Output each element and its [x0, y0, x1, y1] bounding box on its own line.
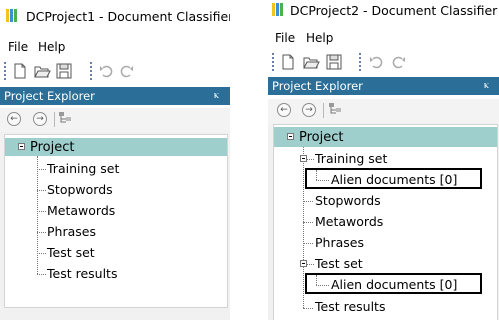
- new-file-icon[interactable]: [11, 62, 29, 80]
- tree-line: [37, 190, 46, 191]
- collapse-toggle-icon[interactable]: [18, 143, 25, 150]
- menu-file[interactable]: File: [8, 40, 28, 54]
- window-dcproject2: DCProject2 - Document Classifier Assis F…: [268, 0, 499, 320]
- project-explorer-header: Project Explorer ⲕ: [0, 87, 230, 105]
- tree-line: [303, 222, 313, 223]
- tree-line: [37, 156, 38, 274]
- tree-structure-icon[interactable]: [328, 102, 342, 116]
- collapse-toggle-icon[interactable]: [287, 133, 294, 140]
- toolbar: [0, 59, 230, 84]
- app-icon: [6, 9, 20, 22]
- pin-icon[interactable]: ⲕ: [214, 88, 219, 102]
- title-bar[interactable]: DCProject2 - Document Classifier Assis: [268, 0, 499, 22]
- tree-line: [37, 232, 46, 233]
- panel-title: Project Explorer: [272, 79, 363, 93]
- window-title: DCProject2 - Document Classifier Assis: [290, 3, 499, 18]
- project-explorer-header: Project Explorer ⲕ: [268, 77, 499, 95]
- tree-node-metawords[interactable]: Metawords: [47, 203, 115, 218]
- tree-structure-icon[interactable]: [58, 111, 72, 125]
- redo-icon[interactable]: [118, 62, 136, 80]
- explorer-content: Project Training set Stopwords Metawords…: [0, 132, 230, 320]
- forward-icon[interactable]: →: [302, 103, 316, 117]
- save-icon[interactable]: [325, 53, 343, 71]
- toolbar-grip-2[interactable]: [359, 53, 361, 72]
- tree-node-alien-documents[interactable]: Alien documents [0]: [331, 277, 457, 292]
- tree-line: [303, 243, 313, 244]
- separator: [54, 112, 55, 127]
- tree-node-training-set[interactable]: Training set: [315, 151, 387, 166]
- tree-line: [303, 201, 313, 202]
- tree-line: [303, 308, 313, 309]
- undo-icon[interactable]: [367, 53, 385, 71]
- tree-line: [316, 285, 329, 286]
- save-icon[interactable]: [55, 62, 73, 80]
- panel-title: Project Explorer: [4, 89, 95, 103]
- tree-line: [303, 147, 304, 308]
- tree-node-metawords[interactable]: Metawords: [315, 214, 383, 229]
- tree-line: [316, 180, 329, 181]
- pin-icon[interactable]: ⲕ: [484, 78, 489, 92]
- tree-line: [307, 264, 314, 265]
- menu-file[interactable]: File: [275, 31, 295, 45]
- tree-node-test-set[interactable]: Test set: [315, 256, 363, 271]
- project-tree: Project Training set Alien documents [0]…: [273, 124, 498, 320]
- tree-node-test-set[interactable]: Test set: [47, 245, 95, 260]
- back-icon[interactable]: ←: [277, 103, 291, 117]
- title-bar[interactable]: DCProject1 - Document Classifier Assist: [0, 0, 230, 36]
- window-dcproject1: DCProject1 - Document Classifier Assist …: [0, 0, 230, 320]
- tree-line: [37, 211, 46, 212]
- app-icon: [272, 3, 286, 16]
- redo-icon[interactable]: [390, 53, 408, 71]
- tree-node-phrases[interactable]: Phrases: [47, 224, 96, 239]
- collapse-toggle-icon[interactable]: [300, 155, 307, 162]
- toolbar-grip[interactable]: [272, 53, 274, 72]
- tree-node-project[interactable]: Project: [299, 130, 343, 145]
- collapse-toggle-icon[interactable]: [300, 260, 307, 267]
- tree-line: [37, 253, 46, 254]
- tree-node-stopwords[interactable]: Stopwords: [315, 193, 381, 208]
- tree-node-alien-documents[interactable]: Alien documents [0]: [331, 172, 457, 187]
- forward-icon[interactable]: →: [33, 112, 47, 126]
- tree-node-test-results[interactable]: Test results: [47, 266, 117, 281]
- panel-toolbar: ← →: [0, 108, 230, 132]
- toolbar-grip[interactable]: [4, 62, 6, 81]
- tree-node-test-results[interactable]: Test results: [315, 299, 385, 314]
- window-title: DCProject1 - Document Classifier Assist: [26, 9, 230, 24]
- back-icon[interactable]: ←: [7, 112, 21, 126]
- menu-help[interactable]: Help: [306, 31, 333, 45]
- tree-node-project[interactable]: Project: [30, 140, 74, 155]
- menu-help[interactable]: Help: [38, 40, 65, 54]
- new-file-icon[interactable]: [279, 53, 297, 71]
- tree-line: [316, 170, 317, 180]
- separator: [323, 103, 324, 118]
- menu-bar: File Help: [0, 38, 230, 56]
- menu-bar: File Help: [268, 29, 499, 47]
- tree-line: [37, 274, 46, 275]
- tree-line: [316, 275, 317, 285]
- toolbar: [268, 50, 499, 75]
- toolbar-grip-2[interactable]: [90, 62, 92, 81]
- tree-line: [307, 159, 314, 160]
- tree-line: [37, 169, 46, 170]
- tree-node-training-set[interactable]: Training set: [47, 161, 119, 176]
- project-tree: Project Training set Stopwords Metawords…: [4, 134, 228, 308]
- panel-toolbar: ← →: [268, 99, 499, 123]
- tree-node-phrases[interactable]: Phrases: [315, 235, 364, 250]
- explorer-content: Project Training set Alien documents [0]…: [268, 123, 499, 320]
- open-folder-icon[interactable]: [33, 62, 51, 80]
- tree-node-stopwords[interactable]: Stopwords: [47, 182, 113, 197]
- open-folder-icon[interactable]: [302, 53, 320, 71]
- undo-icon[interactable]: [97, 62, 115, 80]
